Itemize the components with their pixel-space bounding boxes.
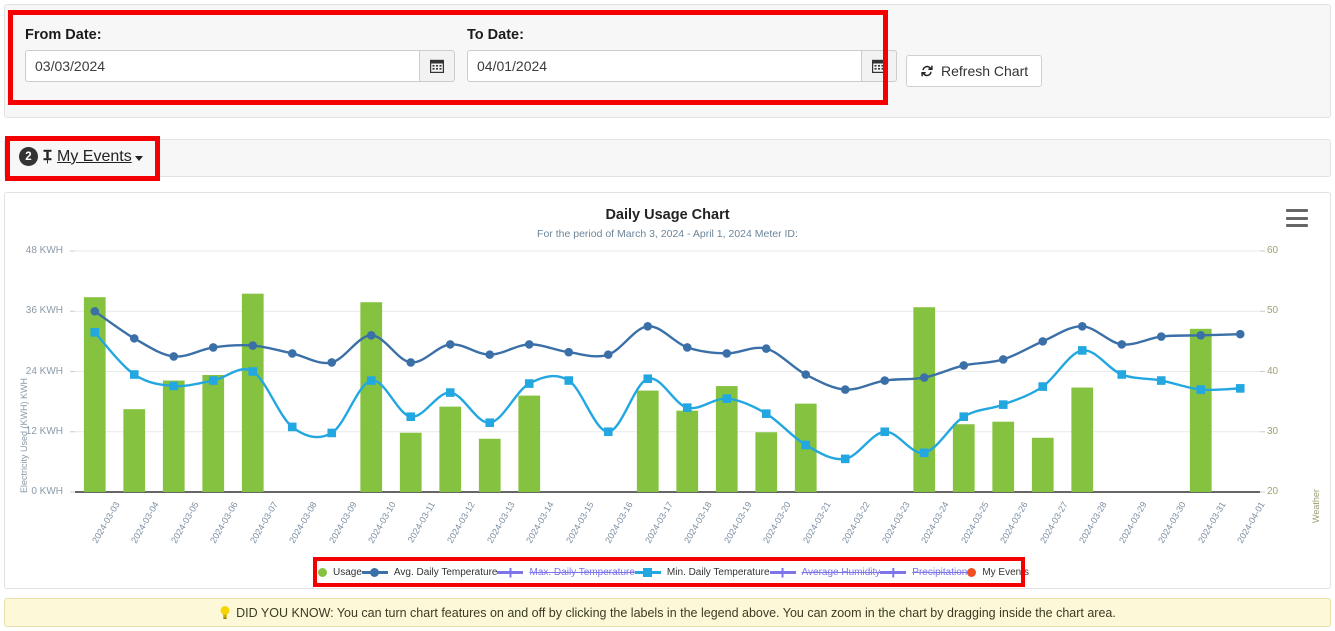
from-date-group: From Date:	[25, 27, 455, 82]
refresh-chart-label: Refresh Chart	[941, 63, 1028, 79]
legend-item-avg-daily-temperature[interactable]: Avg. Daily Temperature	[362, 567, 498, 578]
legend-label: Min. Daily Temperature	[667, 567, 770, 578]
to-date-group: To Date:	[467, 27, 897, 82]
legend-line-marker	[880, 568, 906, 577]
y2-axis-tick: 40	[1267, 366, 1297, 377]
legend-label: My Events	[982, 567, 1029, 578]
legend-line-marker	[362, 568, 388, 577]
legend-item-average-humidity[interactable]: Average Humidity	[770, 567, 881, 578]
my-events-label: My Events	[57, 148, 132, 166]
from-date-input-group	[25, 50, 455, 82]
legend-label: Precipitation	[912, 567, 967, 578]
chevron-down-icon	[135, 156, 143, 161]
y-axis-tick: 48 KWH	[5, 245, 63, 256]
pin-icon	[41, 149, 54, 164]
y2-axis-tick: 30	[1267, 426, 1297, 437]
legend-label: Max. Daily Temperature	[529, 567, 634, 578]
calendar-icon	[872, 59, 886, 73]
to-date-input-group	[467, 50, 897, 82]
legend-item-my-events[interactable]: My Events	[967, 567, 1029, 578]
legend-item-usage[interactable]: Usage	[318, 567, 362, 578]
y2-axis-tick: 60	[1267, 245, 1297, 256]
legend-cross-point	[888, 568, 898, 578]
y2-axis-tick: 20	[1267, 486, 1297, 497]
y-axis-tick: 24 KWH	[5, 366, 63, 377]
chart-legend: Usage Avg. Daily Temperature Max. Daily Te…	[318, 562, 1020, 582]
from-date-calendar-button[interactable]	[419, 50, 455, 82]
refresh-icon	[920, 64, 934, 78]
legend-line-marker	[497, 568, 523, 577]
legend-line-marker	[770, 568, 796, 577]
to-date-input[interactable]	[467, 50, 861, 82]
legend-dot-marker	[318, 568, 327, 577]
legend-line-marker	[635, 568, 661, 577]
my-events-toolbar: 2 My Events	[4, 139, 1331, 177]
lightbulb-icon	[219, 605, 231, 620]
y-axis-tick: 12 KWH	[5, 426, 63, 437]
legend-label: Usage	[333, 567, 362, 578]
did-you-know-text: DID YOU KNOW: You can turn chart feature…	[236, 606, 1116, 620]
y-axis-tick: 0 KWH	[5, 486, 63, 497]
legend-circle-point	[370, 568, 379, 577]
date-filter-panel: From Date: To Date:	[4, 4, 1331, 118]
y-axis-tick: 36 KWH	[5, 305, 63, 316]
to-date-label: To Date:	[467, 27, 897, 43]
legend-square-point	[643, 568, 652, 577]
did-you-know-banner: DID YOU KNOW: You can turn chart feature…	[4, 598, 1331, 627]
legend-item-min-daily-temperature[interactable]: Min. Daily Temperature	[635, 567, 770, 578]
my-events-count-badge: 2	[19, 147, 38, 166]
legend-label: Average Humidity	[802, 567, 881, 578]
chart-panel: Daily Usage Chart For the period of Marc…	[4, 192, 1331, 589]
calendar-icon	[430, 59, 444, 73]
from-date-input[interactable]	[25, 50, 419, 82]
legend-item-precipitation[interactable]: Precipitation	[880, 567, 967, 578]
my-events-dropdown[interactable]: 2 My Events	[19, 147, 143, 166]
y2-axis-tick: 50	[1267, 305, 1297, 316]
legend-label: Avg. Daily Temperature	[394, 567, 498, 578]
legend-item-max-daily-temperature[interactable]: Max. Daily Temperature	[497, 567, 634, 578]
legend-cross-point	[505, 568, 515, 578]
legend-dot-marker	[967, 568, 976, 577]
legend-cross-point	[778, 568, 788, 578]
refresh-chart-button[interactable]: Refresh Chart	[906, 55, 1042, 87]
to-date-calendar-button[interactable]	[861, 50, 897, 82]
from-date-label: From Date:	[25, 27, 455, 43]
